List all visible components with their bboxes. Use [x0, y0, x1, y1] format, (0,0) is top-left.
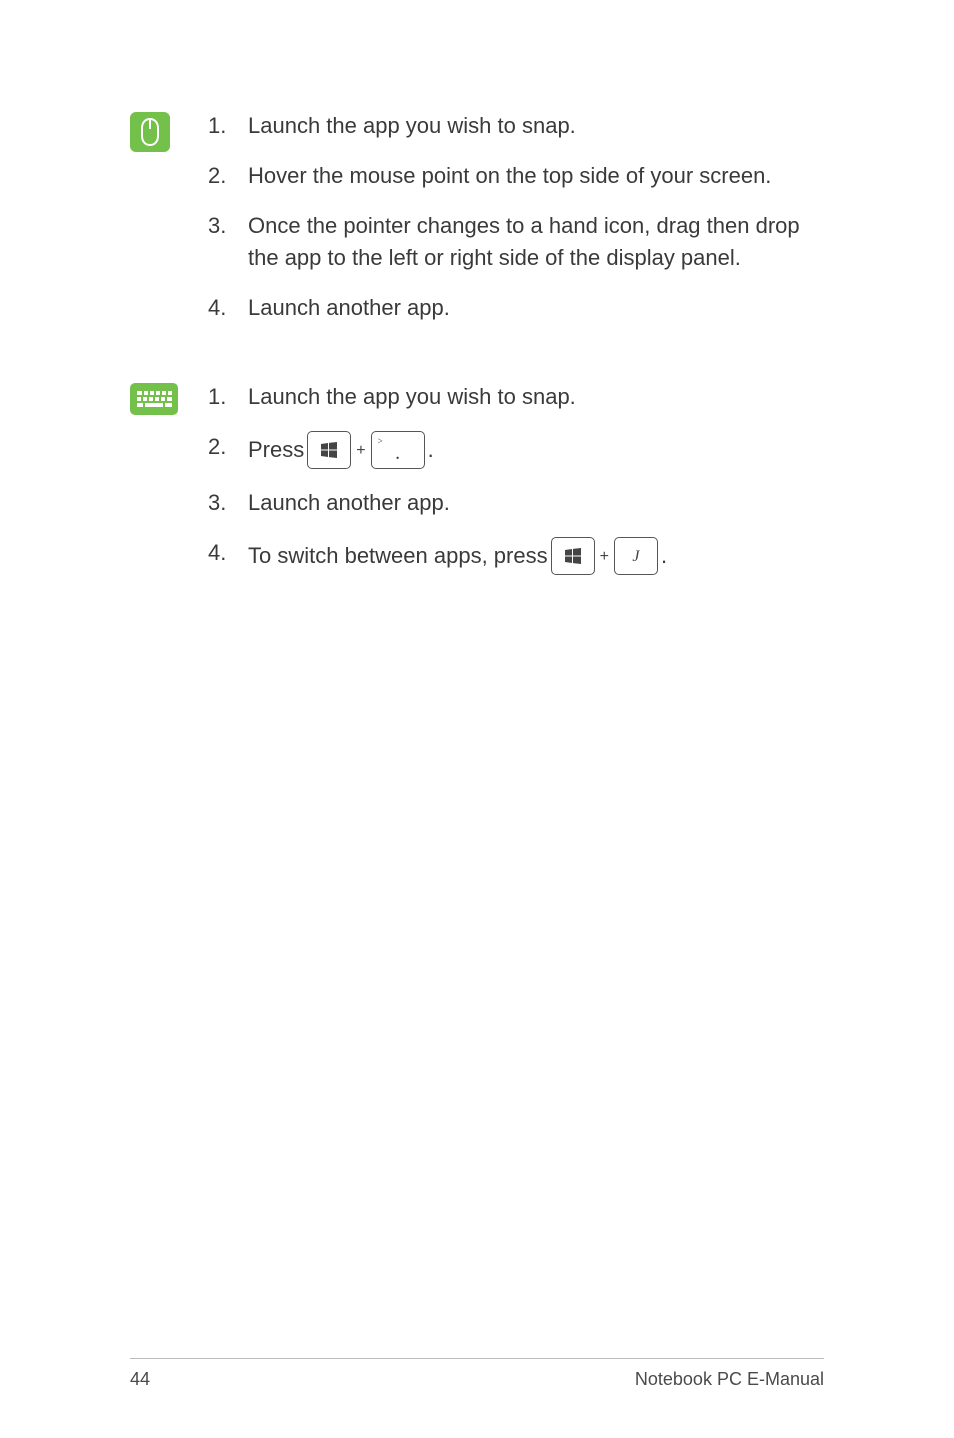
list-item: 1. Launch the app you wish to snap. — [200, 381, 824, 413]
key-label: J — [632, 545, 639, 568]
list-item: 2. Press + > . — [200, 431, 824, 469]
list-number: 4. — [200, 537, 248, 575]
mouse-section: 1. Launch the app you wish to snap. 2. H… — [130, 110, 824, 341]
list-number: 4. — [200, 292, 248, 324]
list-text: To switch between apps, press + J . — [248, 537, 824, 575]
list-text: Press + > . . — [248, 431, 824, 469]
page-content: 1. Launch the app you wish to snap. 2. H… — [0, 0, 954, 593]
windows-key-icon — [551, 537, 595, 575]
list-number: 3. — [200, 487, 248, 519]
plus-sign: + — [600, 545, 609, 568]
keyboard-icon — [130, 383, 178, 415]
list-text: Launch another app. — [248, 487, 824, 519]
j-key-icon: J — [614, 537, 658, 575]
list-item: 3. Once the pointer changes to a hand ic… — [200, 210, 824, 274]
icon-column — [130, 110, 200, 341]
list-text: Once the pointer changes to a hand icon,… — [248, 210, 824, 274]
list-text: Launch the app you wish to snap. — [248, 381, 824, 413]
plus-sign: + — [356, 439, 365, 462]
keyboard-list: 1. Launch the app you wish to snap. 2. P… — [200, 381, 824, 593]
list-number: 2. — [200, 431, 248, 469]
list-number: 1. — [200, 110, 248, 142]
mouse-list: 1. Launch the app you wish to snap. 2. H… — [200, 110, 824, 341]
icon-column — [130, 381, 200, 593]
mouse-icon — [130, 112, 170, 152]
page-footer: 44 Notebook PC E-Manual — [130, 1358, 824, 1390]
page-number: 44 — [130, 1369, 150, 1390]
list-item: 4. Launch another app. — [200, 292, 824, 324]
keyboard-section: 1. Launch the app you wish to snap. 2. P… — [130, 381, 824, 593]
key-main: . — [395, 443, 400, 463]
press-suffix: . — [428, 434, 434, 466]
list-item: 4. To switch between apps, press + J — [200, 537, 824, 575]
switch-suffix: . — [661, 540, 667, 572]
press-prefix: Press — [248, 434, 304, 466]
list-number: 1. — [200, 381, 248, 413]
list-item: 3. Launch another app. — [200, 487, 824, 519]
list-item: 2. Hover the mouse point on the top side… — [200, 160, 824, 192]
list-text: Hover the mouse point on the top side of… — [248, 160, 824, 192]
list-item: 1. Launch the app you wish to snap. — [200, 110, 824, 142]
list-text: Launch the app you wish to snap. — [248, 110, 824, 142]
period-key-icon: > . — [371, 431, 425, 469]
key-superscript: > — [378, 435, 383, 448]
list-number: 2. — [200, 160, 248, 192]
footer-title: Notebook PC E-Manual — [635, 1369, 824, 1390]
list-text: Launch another app. — [248, 292, 824, 324]
list-number: 3. — [200, 210, 248, 274]
switch-prefix: To switch between apps, press — [248, 540, 548, 572]
footer-row: 44 Notebook PC E-Manual — [130, 1369, 824, 1390]
windows-key-icon — [307, 431, 351, 469]
footer-divider — [130, 1358, 824, 1359]
